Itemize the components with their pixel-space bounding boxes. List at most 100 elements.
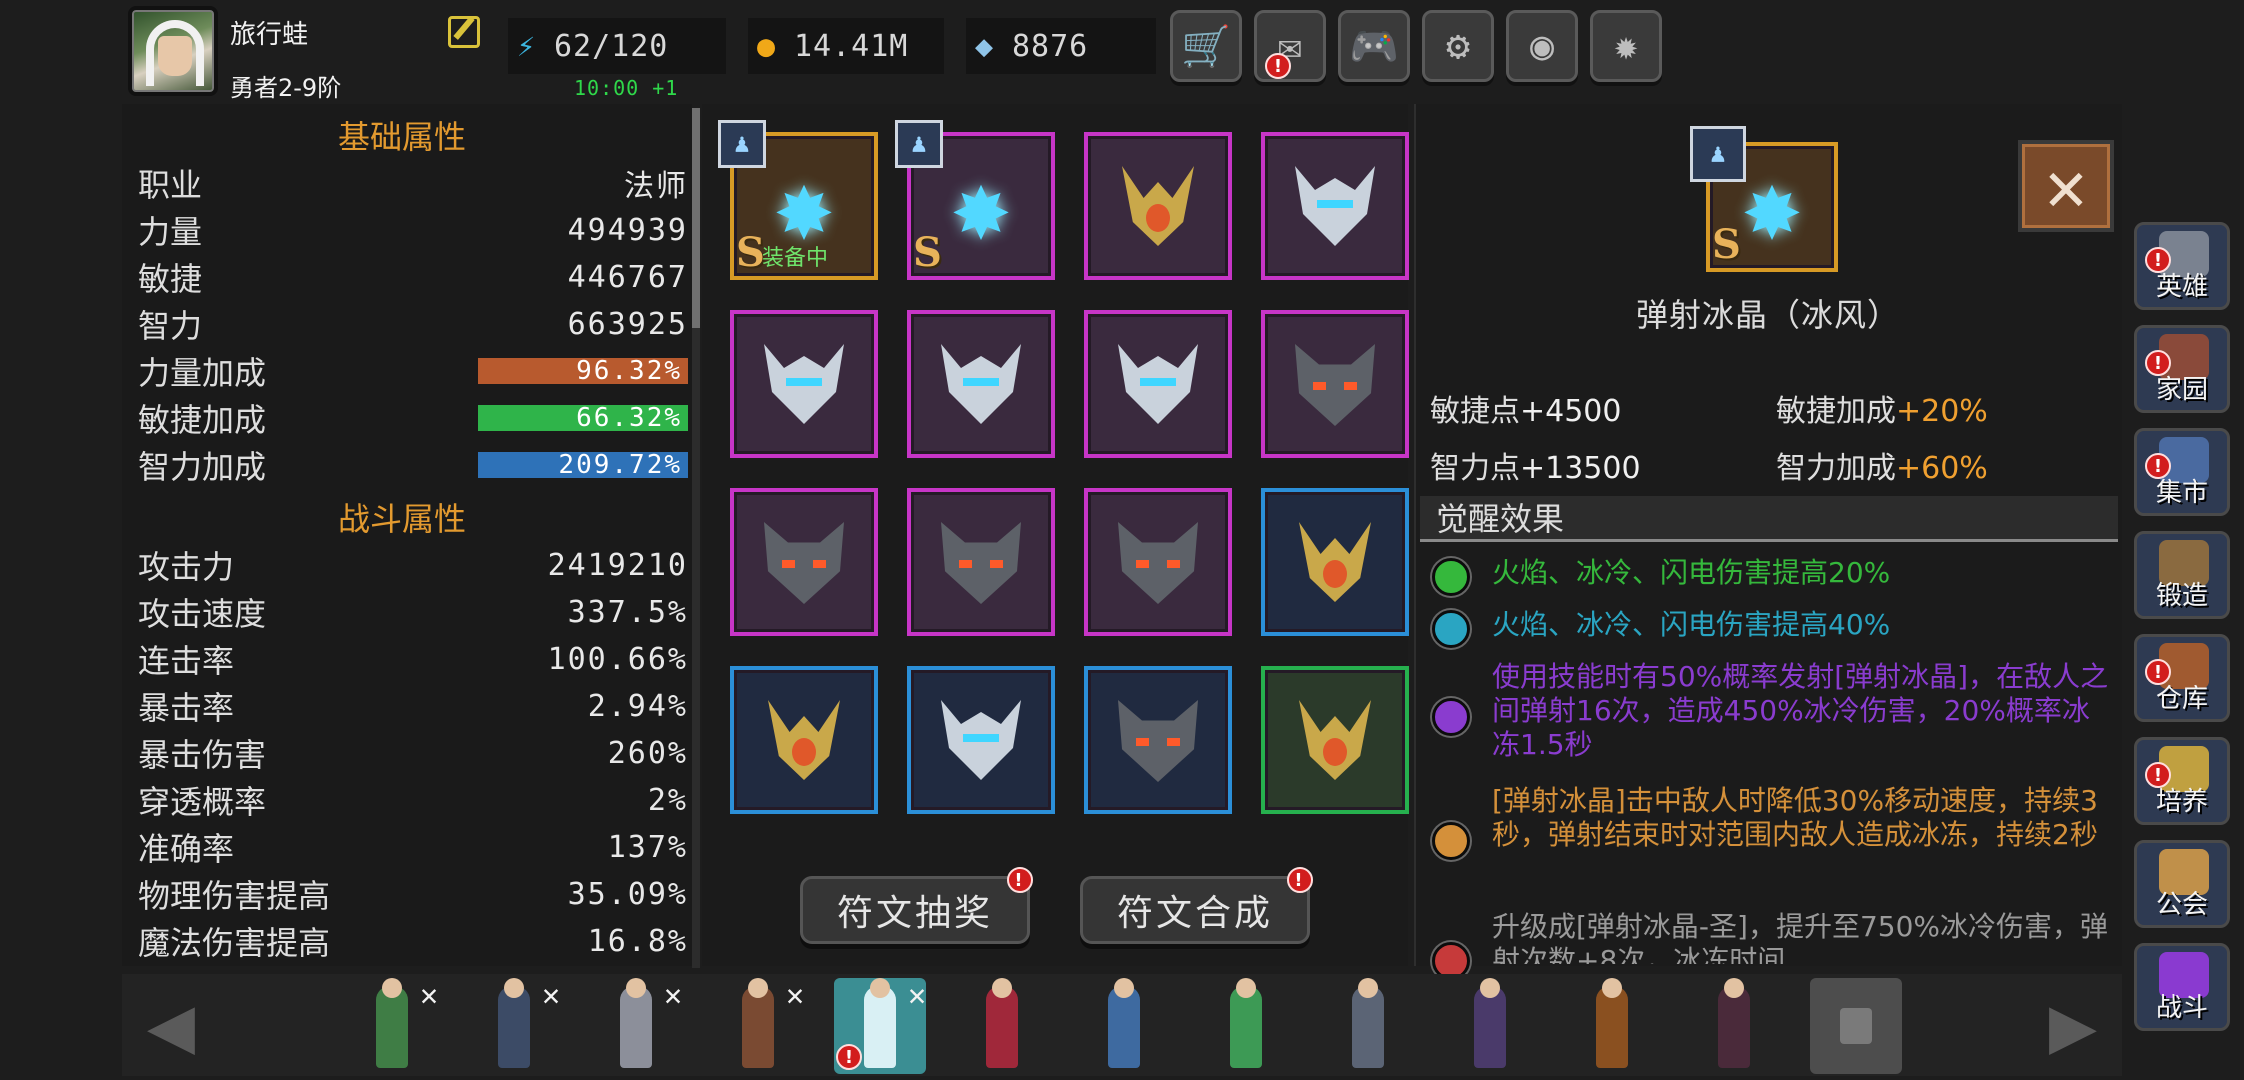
hero-portrait-red-priestess[interactable] [956,978,1048,1074]
stat-label: 物理伤害提高 [138,877,331,915]
crown-rune-icon [1289,694,1381,786]
wolf-rune-icon [935,516,1027,608]
attr-intellect-bonus: 智力加成+60% [1776,443,1988,487]
attr-value: +20% [1896,394,1988,429]
nav-portal[interactable]: 战斗 [2134,943,2230,1031]
combat-stat-row: 暴击伤害 260% [138,730,688,776]
stat-label: 暴击率 [138,689,235,727]
color-wheel-button[interactable]: ◉ [1506,10,1578,82]
scrollbar-thumb[interactable] [692,108,700,328]
nav-anvil[interactable]: 锻造 [2134,531,2230,619]
rune-slot[interactable] [1084,132,1232,280]
hero-portrait-ice-mage[interactable]: ✕! [834,978,926,1074]
nav-castle[interactable]: 家园! [2134,325,2230,413]
hero-portrait-dark-knight[interactable]: ✕ [468,978,560,1074]
stat-value: 法师 [624,169,688,204]
attr-label: 智力加成 [1776,451,1896,486]
cart-button[interactable]: 🛒 [1170,10,1242,82]
avatar-face [158,36,192,76]
nav-label: 锻造 [2155,581,2208,611]
combat-stat-row: 穿透概率 2% [138,777,688,823]
hero-prev-arrow-icon[interactable]: ◀ [128,978,214,1071]
fireworks-button[interactable]: ✹ [1590,10,1662,82]
gear-button[interactable]: ⚙ [1422,10,1494,82]
gem-counter[interactable]: ◆ 8876 [966,18,1156,74]
ice-mage-tag-icon: ♟ [718,120,766,168]
hero-portrait-dragon-warrior[interactable] [1566,978,1658,1074]
nav-chalice[interactable]: 培养! [2134,737,2230,825]
hero-next-arrow-icon[interactable]: ▶ [2030,978,2116,1071]
hero-figure [1718,986,1750,1068]
awakening-effect-text: [弹射冰晶]击中敌人时降低30%移动速度，持续3秒，弹射结束时对范围内敌人造成冰… [1492,784,2098,851]
nav-shop[interactable]: 集市! [2134,428,2230,516]
hero-portrait-assassin[interactable] [1688,978,1780,1074]
hero-head [1114,978,1134,998]
rune-lottery-button[interactable]: 符文抽奖 ! [800,867,1033,944]
combat-stat-row: 攻击力 2419210 [138,542,688,588]
helm-rune-icon [1112,338,1204,430]
gold-counter[interactable]: ● 14.41M [748,18,944,74]
rune-slot[interactable] [1084,488,1232,636]
helm-rune-icon [935,338,1027,430]
stat-value: 16.8% [587,923,688,959]
gamepad-button[interactable]: 🎮 [1338,10,1410,82]
stat-row-agility: 敏捷 446767 [138,254,688,300]
rune-slot[interactable] [730,666,878,814]
stat-row-intellect: 智力 663925 [138,301,688,347]
rune-slot[interactable] [1261,310,1409,458]
edit-name-icon[interactable] [448,16,480,48]
effect-status-dot [1432,698,1470,736]
lock-icon [1840,1008,1872,1044]
wolf-rune-icon [758,516,850,608]
rune-slot[interactable] [1084,666,1232,814]
rune-slot[interactable] [730,310,878,458]
hero-portrait-elf-archer[interactable]: ✕ [346,978,438,1074]
hero-figure [620,986,652,1068]
hero-head [1602,978,1622,998]
stats-scrollbar[interactable] [692,108,700,968]
rune-synthesis-label: 符文合成 [1116,893,1273,934]
rune-slot[interactable] [1261,488,1409,636]
rune-slot[interactable] [907,666,1055,814]
rune-slot[interactable]: ✸ S ♟ 装备中 [718,120,878,280]
stat-row-agility-bonus: 敏捷加成 66.32% [138,395,688,441]
hero-portrait-amazon[interactable]: ✕ [712,978,804,1074]
rune-slot[interactable]: ✸ S ♟ [895,120,1055,280]
hero-portrait-sorceress[interactable] [1322,978,1414,1074]
hero-portrait-silver-swordsman[interactable]: ✕ [590,978,682,1074]
gear-icon: ⚙ [1445,23,1471,69]
nav-helmet[interactable]: 英雄! [2134,222,2230,310]
helm-rune-icon [1289,160,1381,252]
stat-row-job: 职业 法师 [138,160,688,206]
rune-slot[interactable] [907,310,1055,458]
rune-slot[interactable] [1261,132,1409,280]
crown-rune-icon [758,694,850,786]
rune-synthesis-button[interactable]: 符文合成 ! [1080,867,1313,944]
hero-portrait-locked-slot[interactable] [1810,978,1902,1074]
hero-figure [864,986,896,1068]
stat-label: 攻击速度 [138,595,267,633]
rune-slot[interactable] [907,488,1055,636]
hero-portrait-gunner[interactable] [1078,978,1170,1074]
alert-badge: ! [2145,762,2171,788]
crown-rune-icon [1289,516,1381,608]
awakening-title: 觉醒效果 [1420,496,2118,542]
nav-chest[interactable]: 仓库! [2134,634,2230,722]
rune-slot[interactable] [1084,310,1232,458]
player-avatar[interactable] [128,6,218,96]
hero-portrait-warlock[interactable] [1444,978,1536,1074]
rune-slot[interactable] [1261,666,1409,814]
mail-button[interactable]: ✉! [1254,10,1326,82]
hero-portrait-druid[interactable] [1200,978,1292,1074]
hero-head [992,978,1012,998]
awakening-effect-text: 升级成[弹射冰晶-圣]，提升至750%冰冷伤害，弹射次数+8次，冰冻时间 [1492,910,2109,964]
hero-figure [1474,986,1506,1068]
wolf-rune-icon [1289,338,1381,430]
crown-rune-icon [1112,160,1204,252]
nav-lion[interactable]: 公会 [2134,840,2230,928]
stat-row-strength-bonus: 力量加成 96.32% [138,348,688,394]
energy-counter[interactable]: ⚡ 62/120 [508,18,726,74]
close-button[interactable]: ✕ [2018,140,2114,232]
stat-label: 暴击伤害 [138,736,267,774]
rune-slot[interactable] [730,488,878,636]
